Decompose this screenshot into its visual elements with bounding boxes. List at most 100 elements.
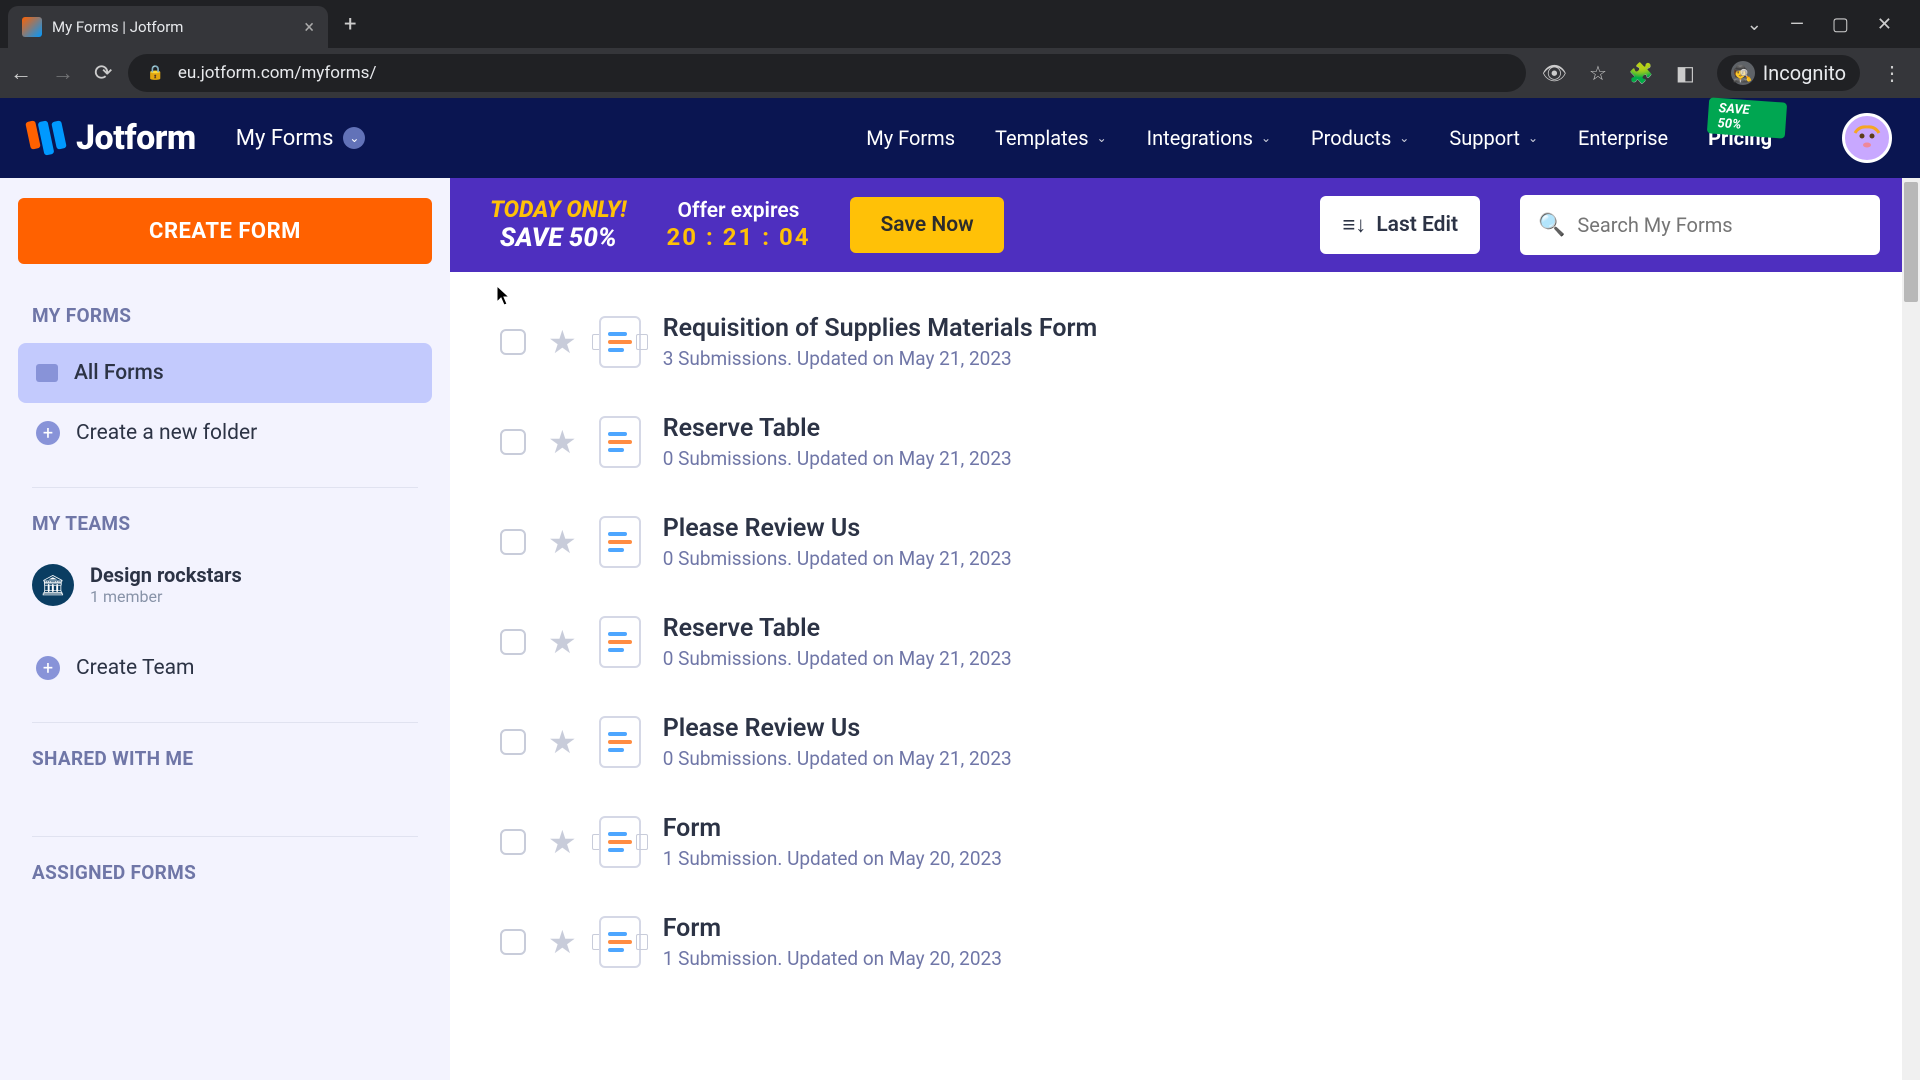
new-tab-button[interactable]: + [336, 12, 364, 37]
nav-products[interactable]: Products⌄ [1311, 126, 1409, 150]
checkbox[interactable] [500, 829, 526, 855]
nav-label: Enterprise [1578, 126, 1668, 150]
form-meta: 0 Submissions. Updated on May 21, 2023 [663, 647, 1012, 670]
main-content: TODAY ONLY! SAVE 50% Offer expires 20 : … [450, 178, 1920, 1080]
form-row[interactable]: ★ Requisition of Supplies Materials Form… [450, 292, 1920, 392]
sidebar-item-label: All Forms [74, 361, 164, 385]
logo-icon [28, 121, 64, 155]
tabs-dropdown-icon[interactable]: ⌄ [1747, 14, 1762, 35]
star-icon[interactable]: ☆ [1589, 61, 1607, 85]
nav-integrations[interactable]: Integrations⌄ [1147, 126, 1271, 150]
form-row[interactable]: ★ Please Review Us 0 Submissions. Update… [450, 692, 1920, 792]
form-type-icon [599, 816, 641, 868]
nav-support[interactable]: Support⌄ [1449, 126, 1538, 150]
sidebar-item-all-forms[interactable]: All Forms [18, 343, 432, 403]
form-row[interactable]: ★ Form 1 Submission. Updated on May 20, … [450, 892, 1920, 992]
forward-icon[interactable]: → [52, 60, 74, 86]
star-icon[interactable]: ★ [548, 323, 577, 361]
checkbox[interactable] [500, 529, 526, 555]
checkbox[interactable] [500, 629, 526, 655]
save-now-button[interactable]: Save Now [850, 197, 1003, 253]
form-row[interactable]: ★ Reserve Table 0 Submissions. Updated o… [450, 392, 1920, 492]
url-text: eu.jotform.com/myforms/ [178, 63, 377, 83]
incognito-icon: 🕵 [1731, 61, 1755, 85]
form-row[interactable]: ★ Reserve Table 0 Submissions. Updated o… [450, 592, 1920, 692]
eye-off-icon[interactable]: 👁 [1542, 61, 1567, 85]
checkbox[interactable] [500, 729, 526, 755]
nav-label: Templates [995, 126, 1089, 150]
sidebar-team-item[interactable]: 🏛 Design rockstars 1 member [18, 551, 432, 618]
form-title: Reserve Table [663, 414, 1012, 443]
search-input[interactable] [1577, 213, 1862, 237]
sidebar-section-assigned[interactable]: ASSIGNED FORMS [18, 861, 432, 900]
checkbox[interactable] [500, 329, 526, 355]
plus-icon: + [36, 656, 60, 680]
nav-pricing[interactable]: SAVE 50% Pricing [1708, 126, 1772, 150]
search-wrap[interactable]: 🔍 [1520, 195, 1880, 255]
side-panel-icon[interactable]: ◧ [1676, 61, 1695, 85]
pricing-save-badge: SAVE 50% [1707, 97, 1787, 138]
form-meta: 3 Submissions. Updated on May 21, 2023 [663, 347, 1098, 370]
create-form-button[interactable]: CREATE FORM [18, 198, 432, 264]
plus-icon: + [36, 421, 60, 445]
incognito-badge[interactable]: 🕵 Incognito [1717, 55, 1860, 91]
close-tab-icon[interactable]: × [304, 17, 314, 38]
nav-label: My Forms [866, 126, 955, 150]
promo-text: TODAY ONLY! SAVE 50% [490, 196, 626, 255]
tab-bar: My Forms | Jotform × + ⌄ — ▢ ✕ [0, 0, 1920, 48]
sidebar-section-shared[interactable]: SHARED WITH ME [18, 747, 432, 786]
browser-menu-icon[interactable]: ⋮ [1882, 61, 1902, 85]
sidebar-create-team[interactable]: + Create Team [18, 638, 432, 698]
scrollbar-track[interactable] [1902, 178, 1920, 1080]
workspace-switcher[interactable]: My Forms ⌄ [236, 126, 366, 151]
star-icon[interactable]: ★ [548, 623, 577, 661]
star-icon[interactable]: ★ [548, 523, 577, 561]
scrollbar-thumb[interactable] [1904, 182, 1918, 302]
browser-tab[interactable]: My Forms | Jotform × [8, 6, 328, 48]
back-icon[interactable]: ← [10, 60, 32, 86]
checkbox[interactable] [500, 929, 526, 955]
chevron-down-icon: ⌄ [343, 127, 365, 149]
form-title: Requisition of Supplies Materials Form [663, 314, 1098, 343]
form-meta: 1 Submission. Updated on May 20, 2023 [663, 847, 1002, 870]
search-icon: 🔍 [1538, 213, 1565, 238]
form-row[interactable]: ★ Please Review Us 0 Submissions. Update… [450, 492, 1920, 592]
divider [32, 722, 418, 723]
star-icon[interactable]: ★ [548, 923, 577, 961]
reload-icon[interactable]: ⟳ [94, 61, 112, 86]
form-title: Form [663, 814, 1002, 843]
form-type-icon [599, 716, 641, 768]
form-type-icon [599, 416, 641, 468]
nav-templates[interactable]: Templates ⌄ [995, 126, 1107, 150]
chevron-down-icon: ⌄ [1097, 131, 1107, 145]
form-type-icon [599, 516, 641, 568]
close-window-icon[interactable]: ✕ [1877, 14, 1892, 35]
lock-icon: 🔒 [146, 65, 163, 81]
form-title: Please Review Us [663, 514, 1012, 543]
sidebar-create-folder[interactable]: + Create a new folder [18, 403, 432, 463]
sidebar: CREATE FORM MY FORMS All Forms + Create … [0, 178, 450, 1080]
form-row[interactable]: ★ Form 1 Submission. Updated on May 20, … [450, 792, 1920, 892]
url-field[interactable]: 🔒 eu.jotform.com/myforms/ [128, 54, 1525, 92]
extensions-icon[interactable]: 🧩 [1629, 61, 1654, 85]
form-title: Please Review Us [663, 714, 1012, 743]
star-icon[interactable]: ★ [548, 823, 577, 861]
favicon-icon [22, 17, 42, 37]
checkbox[interactable] [500, 429, 526, 455]
logo[interactable]: Jotform [28, 118, 196, 158]
nav-enterprise[interactable]: Enterprise [1578, 126, 1668, 150]
minimize-icon[interactable]: — [1790, 14, 1804, 35]
star-icon[interactable]: ★ [548, 723, 577, 761]
maximize-icon[interactable]: ▢ [1832, 14, 1849, 35]
form-title: Form [663, 914, 1002, 943]
nav-label: Integrations [1147, 126, 1253, 150]
form-meta: 0 Submissions. Updated on May 21, 2023 [663, 547, 1012, 570]
avatar[interactable] [1842, 113, 1892, 163]
team-icon: 🏛 [32, 564, 74, 606]
team-meta: 1 member [90, 587, 242, 606]
form-meta: 0 Submissions. Updated on May 21, 2023 [663, 747, 1012, 770]
sort-button[interactable]: ≡↓ Last Edit [1320, 196, 1480, 254]
nav-my-forms[interactable]: My Forms [866, 126, 955, 150]
star-icon[interactable]: ★ [548, 423, 577, 461]
window-controls: ⌄ — ▢ ✕ [1747, 14, 1912, 35]
